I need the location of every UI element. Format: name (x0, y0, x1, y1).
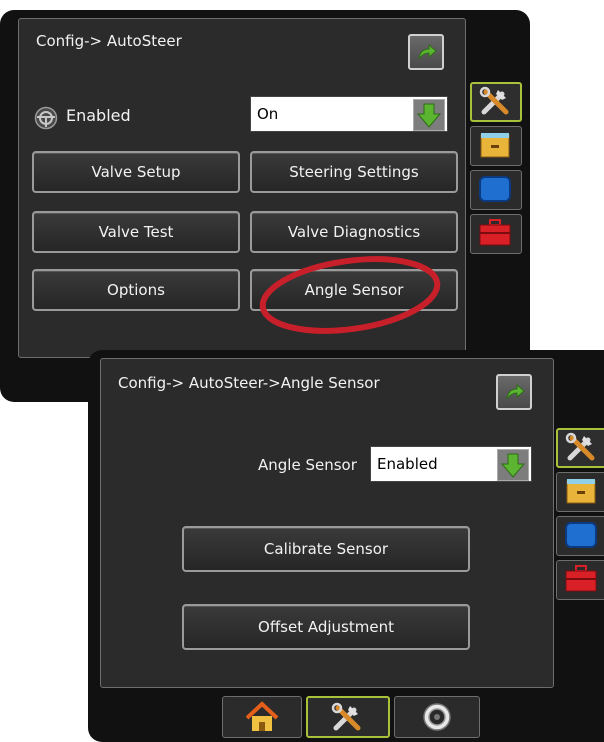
steering-wheel-icon (34, 106, 58, 130)
front-back-button[interactable] (496, 374, 532, 410)
calibrate-sensor-button[interactable]: Calibrate Sensor (182, 526, 470, 572)
sidebar-tab-display[interactable] (470, 170, 522, 210)
bottom-tab-camera[interactable] (394, 696, 480, 738)
storage-box-icon (480, 133, 510, 158)
sidebar-tab-tools[interactable] (556, 428, 604, 468)
toolbox-icon (565, 565, 597, 592)
valve-test-button[interactable]: Valve Test (32, 211, 240, 253)
options-button[interactable]: Options (32, 269, 240, 311)
enabled-dropdown-value: On (257, 105, 279, 123)
bottom-tab-tools[interactable] (306, 696, 390, 738)
highlight-circle (259, 256, 441, 334)
monitor-icon (565, 522, 597, 548)
home-icon (245, 701, 279, 731)
sidebar-tab-display[interactable] (556, 516, 604, 556)
sidebar-tab-storage[interactable] (470, 126, 522, 166)
back-arrow-icon (506, 383, 525, 400)
angle-sensor-dropdown-value: Enabled (377, 455, 438, 473)
steering-settings-button[interactable]: Steering Settings (250, 151, 458, 193)
bottom-bar (222, 696, 482, 738)
angle-sensor-dropdown[interactable]: Enabled (370, 446, 532, 482)
dropdown-arrow-button[interactable] (497, 449, 529, 481)
front-page-title: Config-> AutoSteer->Angle Sensor (118, 374, 380, 392)
sidebar-tab-toolbox[interactable] (556, 560, 604, 600)
back-arrow-icon (418, 43, 437, 60)
bottom-tab-home[interactable] (222, 696, 302, 738)
front-screen: Config-> AutoSteer->Angle Sensor Angle S… (88, 350, 604, 742)
dropdown-arrow-button[interactable] (413, 99, 445, 131)
toolbox-icon (479, 219, 511, 246)
monitor-icon (479, 176, 511, 202)
storage-box-icon (566, 479, 596, 504)
tools-icon (479, 86, 509, 115)
tools-icon (331, 702, 361, 731)
enabled-dropdown[interactable]: On (250, 96, 448, 132)
back-button[interactable] (408, 34, 444, 70)
camera-icon (423, 703, 451, 731)
down-arrow-icon (416, 103, 442, 128)
tools-icon (565, 432, 595, 461)
enabled-label: Enabled (66, 106, 131, 125)
down-arrow-icon (500, 453, 526, 478)
sidebar-tab-tools[interactable] (470, 82, 522, 122)
sidebar-tab-toolbox[interactable] (470, 214, 522, 254)
valve-setup-button[interactable]: Valve Setup (32, 151, 240, 193)
sidebar-tab-storage[interactable] (556, 472, 604, 512)
angle-sensor-label: Angle Sensor (258, 456, 357, 474)
back-page-title: Config-> AutoSteer (36, 32, 182, 50)
offset-adjustment-button[interactable]: Offset Adjustment (182, 604, 470, 650)
